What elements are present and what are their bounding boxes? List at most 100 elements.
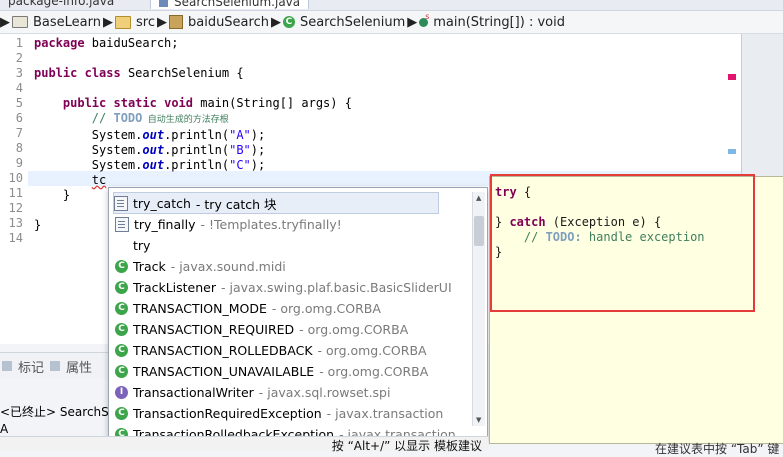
completion-name: TRANSACTION_ROLLEDBACK [133,342,313,358]
breadcrumb-project[interactable]: BaseLearn [10,15,103,30]
completion-qual: - javax.swing.plaf.basic.BasicSliderUI [221,279,452,295]
code-token: ); [250,158,266,172]
tab-label: SearchSelenium.java [174,0,301,9]
line-number-gutter: 1 2 3 4 5 6 7 8 9 10 11 12 13 14 [0,34,28,344]
interface-icon: I [115,385,128,399]
code-token: out [142,143,165,157]
code-token: package [34,36,85,50]
line-number: 12 [8,201,23,215]
scrollbar-thumb[interactable] [474,216,484,246]
completion-item[interactable]: try_catch - try catch 块 [113,192,439,214]
completion-item[interactable]: C TRANSACTION_UNAVAILABLE - org.omg.CORBA [115,361,428,381]
completion-name: try_catch [133,195,191,211]
breadcrumb-method[interactable]: main(String[]) : void [417,12,567,30]
method-icon [419,12,429,27]
tab-properties[interactable]: 属性 [66,357,92,376]
code-token: main(String[] args) { [193,96,352,110]
completion-qual: - javax.sql.rowset.spi [258,384,391,400]
completion-item[interactable]: try_finally - !Templates.tryfinally! [115,214,342,234]
completion-name: TRANSACTION_MODE [133,300,267,316]
line-numbers: 1 2 3 4 5 6 7 8 9 10 11 12 13 14 [0,36,23,246]
breadcrumb-label: src [136,14,155,30]
code-token: public [62,96,107,110]
class-icon: C [115,364,128,378]
code-token: } [62,188,71,202]
chevron-right-icon: ▶ [0,14,10,30]
package-icon [168,15,183,29]
line-number: 6 [15,111,23,125]
code-token: "A" [229,128,251,142]
completion-qual: - try catch 块 [195,196,277,212]
line-number: 2 [15,51,23,65]
completion-name: TRANSACTION_UNAVAILABLE [133,363,315,379]
completion-name: TrackListener [133,279,217,295]
template-icon [114,195,128,211]
blank-icon [115,239,128,252]
line-number: 8 [15,141,23,155]
code-token: "C" [229,158,251,172]
code-token: tc [91,173,107,187]
completion-item[interactable]: C TRANSACTION_ROLLEDBACK - org.omg.CORBA [115,340,427,360]
completion-item[interactable]: C Track - javax.sound.midi [115,256,286,276]
tab-searchselenium[interactable]: SearchSelenium.java [150,0,310,9]
highlight-frame [490,174,755,312]
code-token: baiduSearch; [84,36,179,50]
code-token: TODO [113,111,143,125]
code-token: public [34,66,78,80]
chevron-right-icon: ▶ [103,14,113,30]
completion-qual: - org.omg.CORBA [271,300,381,316]
breadcrumb-package[interactable]: baiduSearch [167,15,271,30]
completion-name: TRANSACTION_REQUIRED [133,321,295,337]
bottom-panel-tabs: 标记 属性 [0,352,112,379]
code-token: void [164,96,193,110]
preview-hint: 在建议表中按 “Tab” 键 [655,442,780,456]
breadcrumb-label: SearchSelenium [299,14,406,30]
completion-footer: 按 “Alt+/” 以显示 模板建议 [0,436,488,453]
line-number: 9 [15,156,23,170]
completion-scrollbar[interactable]: ▲ ▼ [472,192,485,426]
breadcrumb-label: baiduSearch [187,14,269,30]
class-icon: C [115,280,128,294]
breadcrumb-label: main(String[]) : void [433,14,565,30]
code-token: } [34,218,42,232]
line-number: 11 [8,186,23,200]
completion-name: try_finally [134,216,196,232]
scroll-up-icon[interactable]: ▲ [476,194,481,202]
tab-package-info[interactable]: package-info.java [0,0,122,8]
line-number: 3 [15,66,23,80]
class-icon: C [115,406,128,420]
completion-item[interactable]: C TRANSACTION_MODE - org.omg.CORBA [115,298,381,318]
tab-markers[interactable]: 标记 [18,357,44,376]
overview-ruler-mark[interactable] [728,149,736,154]
preview-footer: 在建议表中按 “Tab” 键 [655,440,779,457]
overview-ruler-error[interactable] [728,74,736,80]
class-icon: C [115,259,128,273]
code-token: ); [250,143,266,157]
java-file-icon [159,0,168,7]
code-token: out [142,128,165,142]
content-assist-popup: try_catch - try catch 块 try_finally - !T… [108,187,488,439]
scroll-down-icon[interactable]: ▼ [476,416,481,424]
editor-tab-bar: package-info.java SearchSelenium.java [0,0,783,11]
completion-item[interactable]: C TRANSACTION_REQUIRED - org.omg.CORBA [115,319,408,339]
breadcrumb-class[interactable]: C SearchSelenium [281,15,407,30]
project-icon [12,16,28,28]
code-token: ); [250,128,266,142]
completion-item[interactable]: C TrackListener - javax.swing.plaf.basic.… [115,277,452,297]
completion-qual: - org.omg.CORBA [299,321,409,337]
completion-name: TransactionalWriter [133,384,254,400]
class-icon: C [115,301,128,315]
chevron-right-icon: ▶ [156,14,167,30]
completion-item[interactable]: C TransactionRequiredException - javax.tr… [115,403,443,423]
class-icon: C [115,322,128,336]
completion-item[interactable]: I TransactionalWriter - javax.sql.rowset.… [115,382,390,402]
completion-qual: - javax.sound.midi [170,258,286,274]
completion-item[interactable]: try [115,235,150,255]
code-token: SearchSelenium { [120,66,244,80]
code-token: "B" [229,143,251,157]
breadcrumb-src[interactable]: src [113,15,157,30]
completion-name: Track [133,258,166,274]
code-token: .println( [164,158,230,172]
completion-qual: - !Templates.tryfinally! [200,216,342,232]
completion-qual: - javax.transaction [326,405,444,421]
